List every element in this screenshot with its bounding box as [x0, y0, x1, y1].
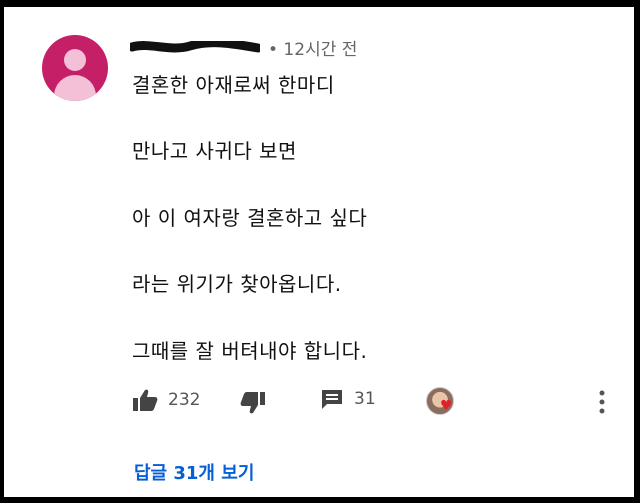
- view-replies-link[interactable]: 답글 31개 보기: [134, 459, 254, 485]
- creator-heart-badge: ♥: [426, 387, 454, 415]
- redacted-author-name: [130, 41, 260, 53]
- comment-text-line: 라는 위기가 찾아옵니다.: [132, 272, 342, 296]
- comment-card: • 12시간 전 결혼한 아재로써 한마디 만나고 사귀다 보면 아 이 여자랑…: [4, 7, 634, 497]
- like-count: 232: [168, 390, 201, 410]
- dislike-button[interactable]: [240, 391, 266, 415]
- avatar-body-shape: [54, 75, 96, 101]
- avatar-head-shape: [64, 49, 86, 71]
- creator-heart-icon: ♥: [440, 398, 453, 414]
- like-button[interactable]: 232: [132, 388, 200, 412]
- more-vert-icon: [599, 390, 605, 414]
- thumbs-down-icon: [240, 392, 265, 414]
- thumbs-up-icon: [133, 389, 158, 411]
- user-avatar[interactable]: [42, 35, 108, 101]
- comment-text-line: 아 이 여자랑 결혼하고 싶다: [132, 206, 368, 230]
- reply-count: 31: [354, 389, 376, 409]
- more-options-button[interactable]: [597, 389, 607, 419]
- comment-actions: 232 31 ♥: [132, 387, 622, 421]
- comment-text-line: 그때를 잘 버텨내야 합니다.: [132, 339, 368, 363]
- comment-icon: [322, 390, 342, 409]
- comment-text-line: 결혼한 아재로써 한마디: [132, 73, 335, 97]
- reply-button[interactable]: 31: [320, 388, 376, 410]
- comment-text-line: 만나고 사귀다 보면: [132, 139, 297, 163]
- comment-timestamp: • 12시간 전: [268, 40, 358, 60]
